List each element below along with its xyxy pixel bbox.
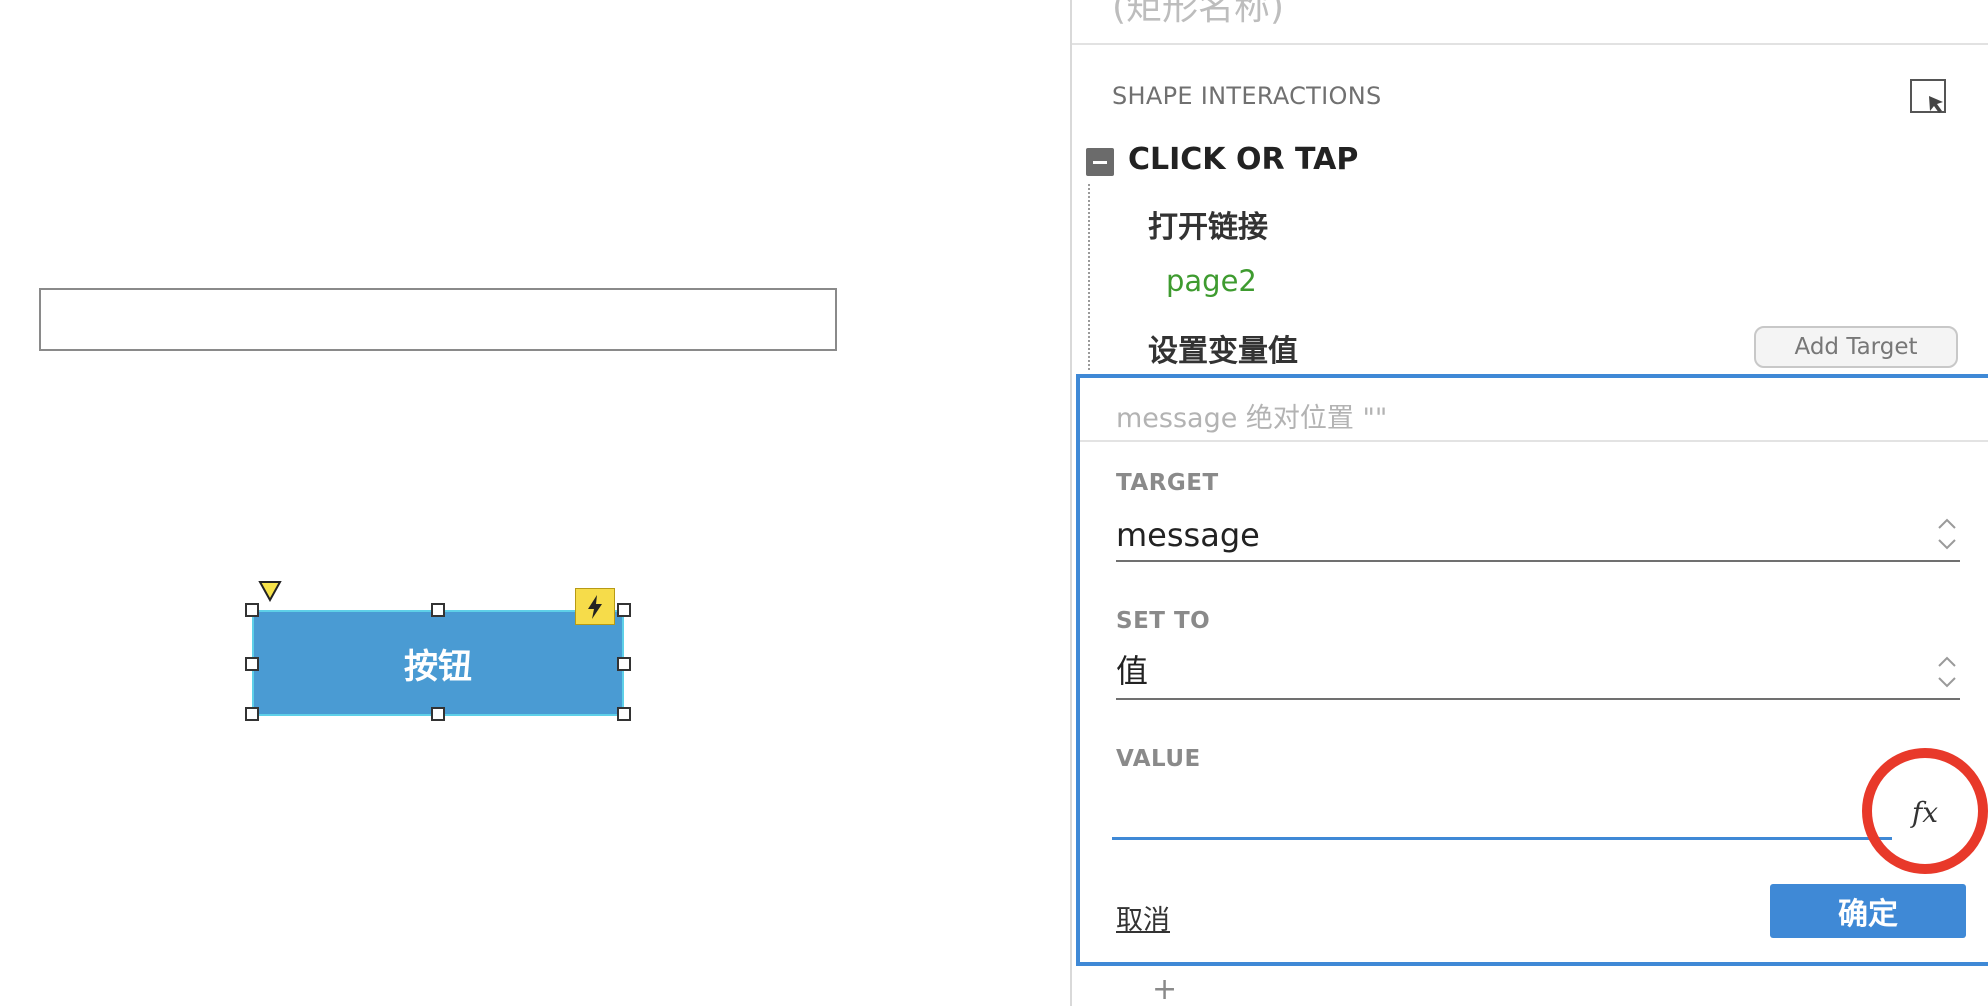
resize-handle-middle-left[interactable] bbox=[245, 657, 259, 671]
cancel-button[interactable]: 取消 bbox=[1116, 898, 1170, 937]
event-title[interactable]: CLICK OR TAP bbox=[1128, 142, 1358, 177]
confirm-button[interactable]: 确定 bbox=[1770, 884, 1966, 938]
resize-handle-middle-right[interactable] bbox=[617, 657, 631, 671]
interactions-panel: (矩形名称) SHAPE INTERACTIONS CLICK OR TAP 打… bbox=[1070, 0, 1988, 1007]
section-title: SHAPE INTERACTIONS bbox=[1112, 82, 1382, 110]
text-field-widget[interactable] bbox=[39, 288, 837, 351]
button-widget[interactable]: 按钮 bbox=[252, 610, 624, 716]
anchor-triangle-icon bbox=[258, 581, 282, 602]
action-editor: message 绝对位置 "" TARGET message SET TO 值 … bbox=[1076, 374, 1988, 966]
value-label: VALUE bbox=[1116, 746, 1201, 772]
action-link-target[interactable]: page2 bbox=[1166, 264, 1257, 298]
button-widget-label: 按钮 bbox=[404, 646, 472, 687]
editor-summary: message 绝对位置 "" bbox=[1116, 403, 1388, 434]
chevron-up-down-icon[interactable] bbox=[1934, 512, 1960, 556]
tree-connector bbox=[1088, 184, 1090, 370]
target-label: TARGET bbox=[1116, 470, 1219, 496]
resize-handle-bottom-center[interactable] bbox=[431, 707, 445, 721]
set-to-select-value: 值 bbox=[1116, 652, 1149, 690]
interaction-badge[interactable] bbox=[575, 588, 615, 625]
add-action-button[interactable]: + bbox=[1152, 972, 1177, 1007]
target-select[interactable]: message bbox=[1116, 512, 1960, 562]
resize-handle-top-left[interactable] bbox=[245, 603, 259, 617]
target-select-value: message bbox=[1116, 516, 1260, 554]
resize-handle-top-center[interactable] bbox=[431, 603, 445, 617]
add-target-button[interactable]: Add Target bbox=[1754, 326, 1958, 368]
shape-name-header[interactable]: (矩形名称) bbox=[1112, 0, 1284, 30]
resize-handle-bottom-left[interactable] bbox=[245, 707, 259, 721]
minus-icon bbox=[1093, 160, 1107, 164]
editor-divider bbox=[1080, 440, 1988, 442]
action-open-link[interactable]: 打开链接 bbox=[1148, 202, 1268, 246]
value-input[interactable] bbox=[1112, 784, 1892, 840]
design-canvas[interactable]: 按钮 bbox=[0, 0, 1070, 1006]
pointer-select-icon[interactable] bbox=[1909, 78, 1949, 116]
collapse-toggle[interactable] bbox=[1086, 148, 1114, 176]
lightning-icon bbox=[588, 594, 602, 619]
set-to-label: SET TO bbox=[1116, 608, 1211, 634]
set-to-select[interactable]: 值 bbox=[1116, 650, 1960, 700]
resize-handle-bottom-right[interactable] bbox=[617, 707, 631, 721]
chevron-up-down-icon[interactable] bbox=[1934, 650, 1960, 694]
action-set-variable[interactable]: 设置变量值 bbox=[1148, 326, 1298, 370]
resize-handle-top-right[interactable] bbox=[617, 603, 631, 617]
header-divider bbox=[1072, 43, 1988, 45]
function-fx-icon[interactable]: fx bbox=[1906, 790, 1944, 834]
